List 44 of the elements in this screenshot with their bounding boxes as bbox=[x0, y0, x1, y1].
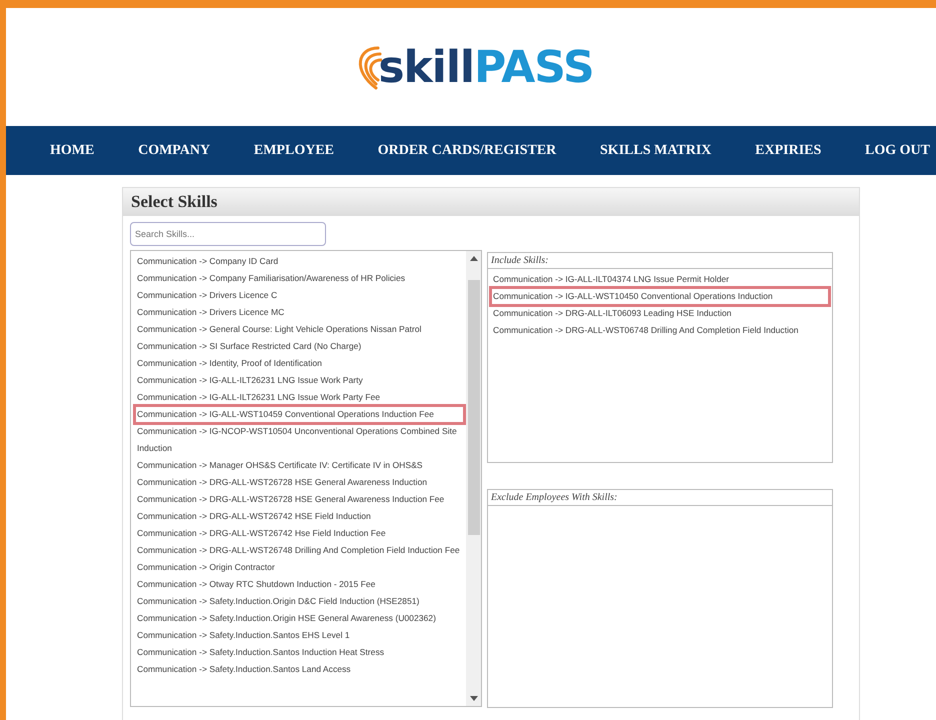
nav-link[interactable]: HOME bbox=[50, 142, 94, 158]
logo-text: skill bbox=[378, 42, 474, 92]
skill-item[interactable]: Communication -> Safety.Induction.Origin D&C Field Induction (HSE2851) bbox=[135, 593, 464, 610]
skill-item[interactable]: Communication -> DRG-ALL-WST26742 HSE Field Induction bbox=[135, 508, 464, 525]
skill-item[interactable]: Communication -> Company ID Card bbox=[135, 253, 464, 270]
scroll-up-icon[interactable] bbox=[470, 256, 478, 261]
skill-item[interactable]: Communication -> Safety.Induction.Santos EHS Level 1 bbox=[135, 627, 464, 644]
skill-item[interactable]: Communication -> DRG-ALL-ILT06093 Leading HSE Induction bbox=[491, 305, 829, 322]
skill-item[interactable]: Communication -> DRG-ALL-WST26748 Drilling And Completion Field Induction Fee bbox=[135, 542, 464, 559]
logo-text: PASS bbox=[474, 42, 594, 92]
skill-item[interactable]: Communication -> Identity, Proof of Identification bbox=[135, 355, 464, 372]
skill-item[interactable]: Communication -> IG-NCOP-WST10504 Unconventional Operations Combined Site Induction bbox=[135, 423, 464, 457]
skill-item[interactable]: Communication -> DRG-ALL-WST26728 HSE General Awareness Induction bbox=[135, 474, 464, 491]
scroll-down-icon[interactable] bbox=[470, 696, 478, 701]
nav-link[interactable]: EXPIRIES bbox=[755, 142, 822, 158]
skill-item[interactable]: Communication -> IG-ALL-ILT26231 LNG Issue Work Party bbox=[135, 372, 464, 389]
skill-item[interactable]: Communication -> General Course: Light Vehicle Operations Nissan Patrol bbox=[135, 321, 464, 338]
skill-item[interactable]: Communication -> Safety.Induction.Origin HSE General Awareness (U002362) bbox=[135, 610, 464, 627]
highlighted-skill-item[interactable]: Communication -> IG-ALL-WST10459 Conventional Operations Induction Fee bbox=[135, 406, 464, 423]
skill-item[interactable]: Communication -> Company Familiarisation/Awareness of HR Policies bbox=[135, 270, 464, 287]
nav-link[interactable]: LOG OUT bbox=[865, 142, 930, 158]
scrollbar[interactable] bbox=[466, 251, 481, 706]
box-title: Include Skills: bbox=[488, 253, 832, 269]
skill-item[interactable]: Communication -> IG-ALL-ILT04374 LNG Issue Permit Holder bbox=[491, 271, 829, 288]
skill-item[interactable]: Communication -> Otway RTC Shutdown Induction - 2015 Fee bbox=[135, 576, 464, 593]
skill-item[interactable]: Communication -> DRG-ALL-WST26742 Hse Field Induction Fee bbox=[135, 525, 464, 542]
skill-item[interactable]: Communication -> DRG-ALL-WST26728 HSE General Awareness Induction Fee bbox=[135, 491, 464, 508]
skill-item[interactable]: Communication -> Drivers Licence MC bbox=[135, 304, 464, 321]
skill-item[interactable]: Communication -> Manager OHS&S Certificate IV: Certificate IV in OHS&S bbox=[135, 457, 464, 474]
nav-link[interactable]: EMPLOYEE bbox=[254, 142, 334, 158]
skill-item[interactable]: Communication -> Safety.Induction.Santos Land Access bbox=[135, 661, 464, 678]
highlighted-skill-item[interactable]: Communication -> IG-ALL-WST10450 Conventional Operations Induction bbox=[491, 288, 829, 305]
panel-title: Select Skills bbox=[123, 188, 859, 216]
search-field[interactable]: Search Skills... bbox=[130, 222, 326, 246]
skill-item[interactable]: Communication -> IG-ALL-ILT26231 LNG Issue Work Party Fee bbox=[135, 389, 464, 406]
nav-link[interactable]: ORDER CARDS/REGISTER bbox=[378, 142, 556, 158]
nav-link[interactable]: SKILLS MATRIX bbox=[600, 142, 712, 158]
skill-item[interactable]: Communication -> SI Surface Restricted Card (No Charge) bbox=[135, 338, 464, 355]
skill-item[interactable]: Communication -> Drivers Licence C bbox=[135, 287, 464, 304]
box-title: Exclude Employees With Skills: bbox=[488, 490, 832, 506]
skill-item[interactable]: Communication -> DRG-ALL-WST06748 Drilling And Completion Field Induction bbox=[491, 322, 829, 339]
skill-item[interactable]: Communication -> Safety.Induction.Santos Induction Heat Stress bbox=[135, 644, 464, 661]
nav-link[interactable]: COMPANY bbox=[138, 142, 210, 158]
skill-item[interactable]: Communication -> Origin Contractor bbox=[135, 559, 464, 576]
